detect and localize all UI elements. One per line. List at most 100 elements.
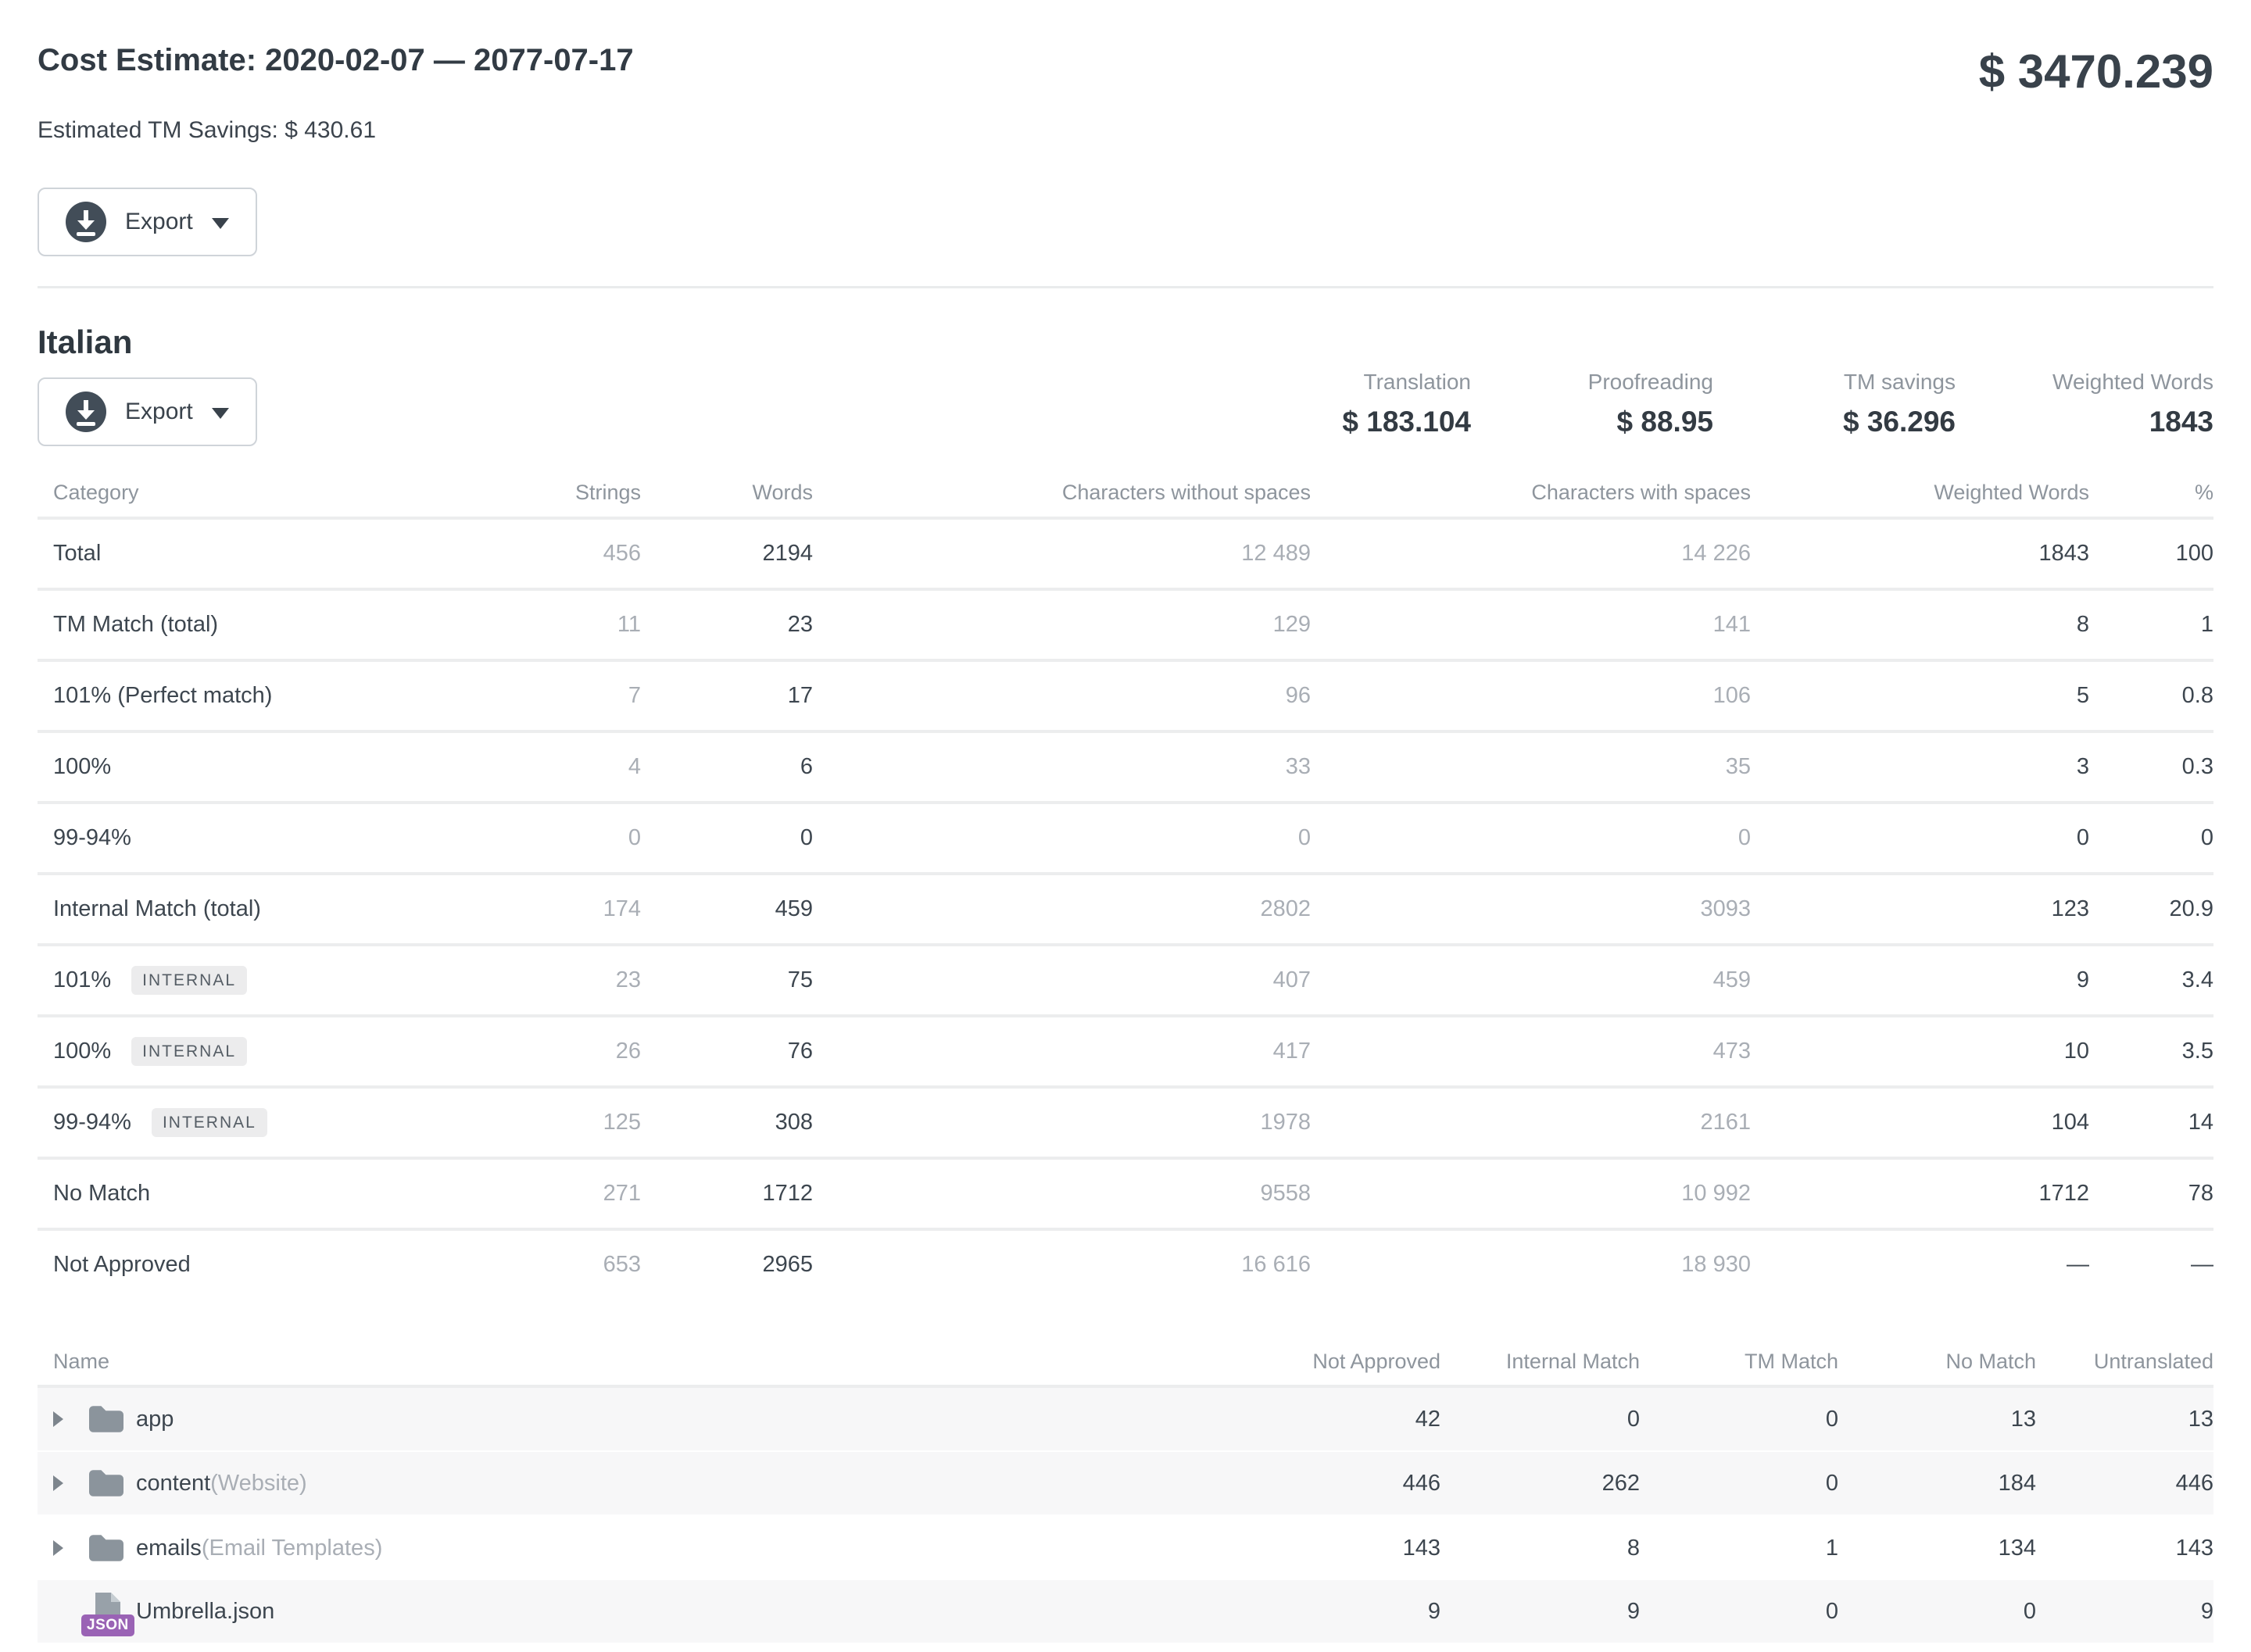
table-row: Not Approved 653 2965 16 616 18 930 — — <box>38 1231 2213 1299</box>
words-cell: 308 <box>641 1110 813 1135</box>
expander-slot <box>53 1411 77 1427</box>
category-cell: 99-94% INTERNAL <box>38 1108 469 1137</box>
file-name: content <box>136 1471 210 1496</box>
strings-cell: 456 <box>469 541 641 567</box>
words-cell: 1712 <box>641 1181 813 1207</box>
total-cost-value: $ 3470.239 <box>1979 48 2213 95</box>
percent-cell: 0.3 <box>2089 754 2213 780</box>
column-header-chars-without-spaces: Characters without spaces <box>813 481 1311 505</box>
download-icon <box>66 392 106 432</box>
tm-match-cell: 0 <box>1640 1471 1838 1496</box>
table-row: 99-94% 0 0 0 0 0 0 <box>38 804 2213 875</box>
percent-cell: 3.4 <box>2089 967 2213 993</box>
stat-label: TM savings <box>1713 370 1956 395</box>
percent-cell: 0 <box>2089 825 2213 851</box>
column-header-category: Category <box>38 481 469 505</box>
weighted-words-cell: 1712 <box>1751 1181 2089 1207</box>
not-approved-cell: 446 <box>1206 1471 1440 1496</box>
chars-without-spaces-cell: 2802 <box>813 896 1311 922</box>
stat-translation: Translation $ 183.104 <box>1221 370 1471 438</box>
file-name-suffix: (Website) <box>210 1471 307 1496</box>
table-row: TM Match (total) 11 23 129 141 8 1 <box>38 591 2213 662</box>
stat-value: $ 183.104 <box>1221 406 1471 438</box>
words-cell: 459 <box>641 896 813 922</box>
strings-cell: 23 <box>469 967 641 993</box>
json-file-icon: JSON <box>88 1591 123 1632</box>
category-label: 99-94% <box>53 825 131 851</box>
tm-savings-note: Estimated TM Savings: $ 430.61 <box>38 117 2213 144</box>
category-cell: No Match <box>38 1181 469 1207</box>
strings-cell: 7 <box>469 683 641 709</box>
weighted-words-cell: 5 <box>1751 683 2089 709</box>
weighted-words-cell: 8 <box>1751 612 2089 638</box>
file-name-cell: app <box>38 1403 1206 1435</box>
words-cell: 23 <box>641 612 813 638</box>
internal-badge: INTERNAL <box>131 966 247 995</box>
strings-cell: 174 <box>469 896 641 922</box>
file-name: app <box>136 1407 174 1432</box>
internal-match-cell: 9 <box>1440 1599 1640 1625</box>
stat-value: $ 88.95 <box>1471 406 1713 438</box>
words-cell: 76 <box>641 1039 813 1064</box>
category-cell: 100% INTERNAL <box>38 1037 469 1066</box>
section-divider <box>38 286 2213 288</box>
category-label: 101% (Perfect match) <box>53 683 272 709</box>
column-header-percent: % <box>2089 481 2213 505</box>
stat-label: Proofreading <box>1471 370 1713 395</box>
files-table-body: app 42 0 0 13 13 <box>38 1388 2213 1644</box>
chars-with-spaces-cell: 141 <box>1311 612 1751 638</box>
file-name-cell: JSON Umbrella.json <box>38 1591 1206 1632</box>
export-button-label: Export <box>125 209 193 235</box>
language-export-button[interactable]: Export <box>38 377 257 446</box>
category-label: 99-94% <box>53 1110 131 1135</box>
folder-icon <box>88 1532 123 1564</box>
expand-arrow-icon[interactable] <box>53 1411 63 1427</box>
internal-match-cell: 262 <box>1440 1471 1640 1496</box>
language-header-left: Italian Export <box>38 324 257 446</box>
files-table: Name Not Approved Internal Match TM Matc… <box>38 1338 2213 1644</box>
weighted-words-cell: 0 <box>1751 825 2089 851</box>
internal-match-cell: 8 <box>1440 1536 1640 1561</box>
category-cell: Internal Match (total) <box>38 896 469 922</box>
strings-cell: 125 <box>469 1110 641 1135</box>
export-button-label: Export <box>125 399 193 425</box>
category-cell: 101% INTERNAL <box>38 966 469 995</box>
untranslated-cell: 143 <box>2036 1536 2213 1561</box>
export-button[interactable]: Export <box>38 188 257 256</box>
chars-without-spaces-cell: 33 <box>813 754 1311 780</box>
cost-breakdown-table: Category Strings Words Characters withou… <box>38 468 2213 1299</box>
table-row: 99-94% INTERNAL 125 308 1978 2161 104 14 <box>38 1089 2213 1160</box>
tm-match-cell: 0 <box>1640 1599 1838 1625</box>
stat-tm-savings: TM savings $ 36.296 <box>1713 370 1956 438</box>
strings-cell: 11 <box>469 612 641 638</box>
expand-arrow-icon[interactable] <box>53 1540 63 1556</box>
stat-weighted-words: Weighted Words 1843 <box>1956 370 2213 438</box>
strings-cell: 653 <box>469 1252 641 1278</box>
category-cell: 100% <box>38 754 469 780</box>
percent-cell: 78 <box>2089 1181 2213 1207</box>
chars-without-spaces-cell: 9558 <box>813 1181 1311 1207</box>
chars-without-spaces-cell: 96 <box>813 683 1311 709</box>
weighted-words-cell: 10 <box>1751 1039 2089 1064</box>
untranslated-cell: 13 <box>2036 1407 2213 1432</box>
category-cell: TM Match (total) <box>38 612 469 638</box>
table-row: Total 456 2194 12 489 14 226 1843 100 <box>38 520 2213 591</box>
internal-badge: INTERNAL <box>152 1108 267 1137</box>
file-tree-row[interactable]: emails(Email Templates) 143 8 1 134 143 <box>38 1516 2213 1580</box>
file-tree-row[interactable]: content(Website) 446 262 0 184 446 <box>38 1452 2213 1516</box>
expand-arrow-icon[interactable] <box>53 1475 63 1491</box>
expander-slot <box>53 1540 77 1556</box>
chars-with-spaces-cell: 14 226 <box>1311 541 1751 567</box>
category-label: Total <box>53 541 101 567</box>
chars-with-spaces-cell: 2161 <box>1311 1110 1751 1135</box>
internal-match-cell: 0 <box>1440 1407 1640 1432</box>
words-cell: 0 <box>641 825 813 851</box>
column-header-chars-with-spaces: Characters with spaces <box>1311 481 1751 505</box>
weighted-words-cell: 3 <box>1751 754 2089 780</box>
percent-cell: 3.5 <box>2089 1039 2213 1064</box>
file-name-cell: emails(Email Templates) <box>38 1532 1206 1564</box>
download-icon <box>66 202 106 242</box>
words-cell: 17 <box>641 683 813 709</box>
file-tree-row[interactable]: app 42 0 0 13 13 <box>38 1388 2213 1452</box>
file-tree-row[interactable]: JSON Umbrella.json 9 9 0 0 9 <box>38 1580 2213 1644</box>
